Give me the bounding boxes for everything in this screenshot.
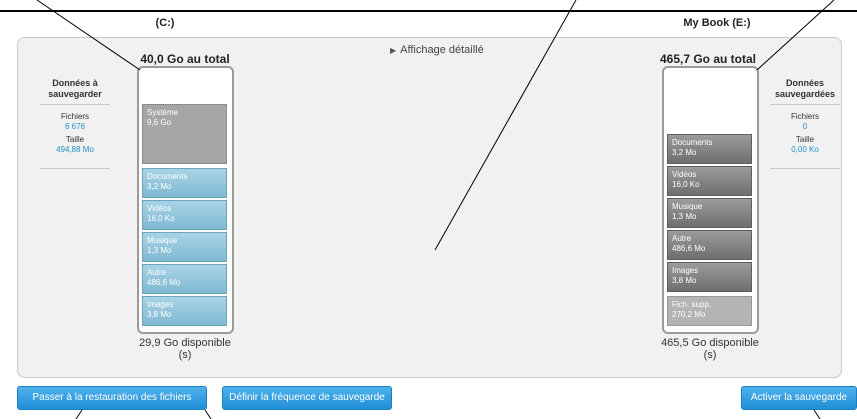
callout-line bbox=[434, 0, 577, 251]
callout-line bbox=[756, 0, 835, 71]
callout-lines bbox=[36, 0, 835, 419]
callout-line bbox=[204, 409, 212, 419]
callout-line bbox=[813, 409, 821, 419]
callout-line bbox=[75, 409, 83, 419]
callout-line bbox=[36, 0, 141, 71]
